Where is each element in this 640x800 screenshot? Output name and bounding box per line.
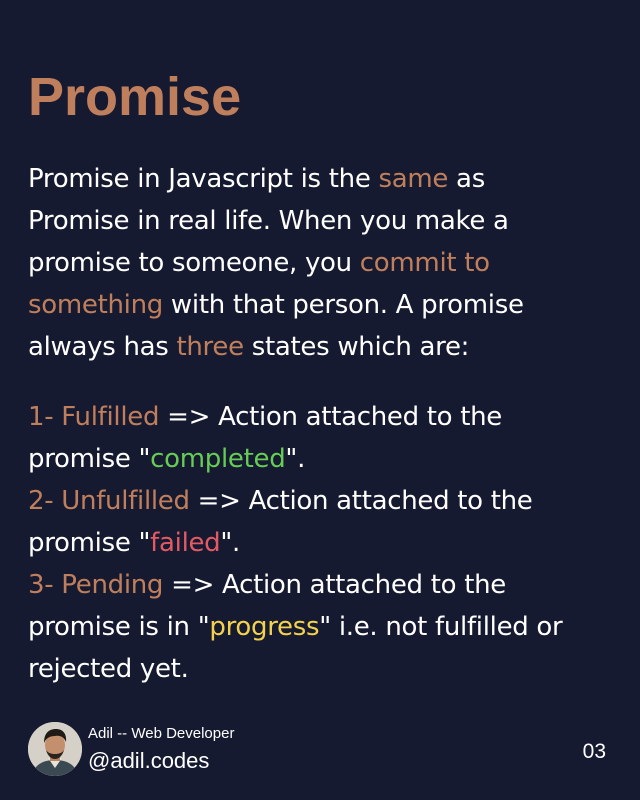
intro-line-5: always has three states which are:	[28, 326, 618, 368]
state-keyword-completed: completed	[150, 444, 286, 474]
state-item-fulfilled: 1- Fulfilled => Action attached to the p…	[28, 396, 618, 480]
intro-text: Promise in Javascript is the	[28, 164, 379, 194]
state-text: promise "	[28, 444, 151, 474]
state-keyword-failed: failed	[150, 528, 221, 558]
state-text: rejected yet.	[28, 654, 189, 684]
state-item-unfulfilled: 2- Unfulfilled => Action attached to the…	[28, 480, 618, 564]
state-number: 1-	[28, 402, 54, 432]
highlight-same: same	[378, 164, 449, 194]
author-footer: Adil -- Web Developer @adil.codes 03	[28, 722, 612, 778]
page-number: 03	[582, 740, 606, 763]
state-text: promise is in "	[28, 612, 210, 642]
intro-text: promise to someone, you	[28, 248, 360, 278]
state-text: promise "	[28, 528, 151, 558]
author-name: Adil -- Web Developer	[88, 725, 235, 742]
page-title: Promise	[28, 67, 242, 127]
state-description: => Action attached to the	[163, 570, 506, 600]
avatar	[28, 722, 82, 776]
state-name: Fulfilled	[61, 402, 160, 432]
state-text: " i.e. not fulfilled or	[319, 612, 563, 642]
intro-line-2: Promise in real life. When you make a	[28, 200, 618, 242]
intro-line-1: Promise in Javascript is the same as	[28, 158, 618, 200]
states-list: 1- Fulfilled => Action attached to the p…	[28, 396, 618, 690]
state-item-pending: 3- Pending => Action attached to the pro…	[28, 564, 618, 690]
state-number: 3-	[28, 570, 54, 600]
intro-line-4: something with that person. A promise	[28, 284, 618, 326]
state-description: => Action attached to the	[189, 486, 533, 516]
intro-text: states which are:	[243, 332, 470, 362]
intro-text: Promise in real life. When you make a	[28, 206, 509, 236]
highlight-commit-to: commit to	[359, 248, 490, 278]
avatar-portrait-icon	[28, 722, 82, 776]
highlight-three: three	[176, 332, 244, 362]
author-handle: @adil.codes	[88, 748, 210, 773]
intro-paragraph: Promise in Javascript is the same as Pro…	[28, 158, 618, 368]
intro-text: always has	[28, 332, 177, 362]
state-keyword-progress: progress	[209, 612, 320, 642]
intro-line-3: promise to someone, you commit to	[28, 242, 618, 284]
intro-text: as	[448, 164, 485, 194]
state-text: ".	[285, 444, 306, 474]
intro-text: with that person. A promise	[162, 290, 524, 320]
state-name: Unfulfilled	[61, 486, 190, 516]
highlight-something: something	[28, 290, 163, 320]
state-number: 2-	[28, 486, 54, 516]
state-text: ".	[220, 528, 241, 558]
state-name: Pending	[61, 570, 164, 600]
state-description: => Action attached to the	[159, 402, 502, 432]
